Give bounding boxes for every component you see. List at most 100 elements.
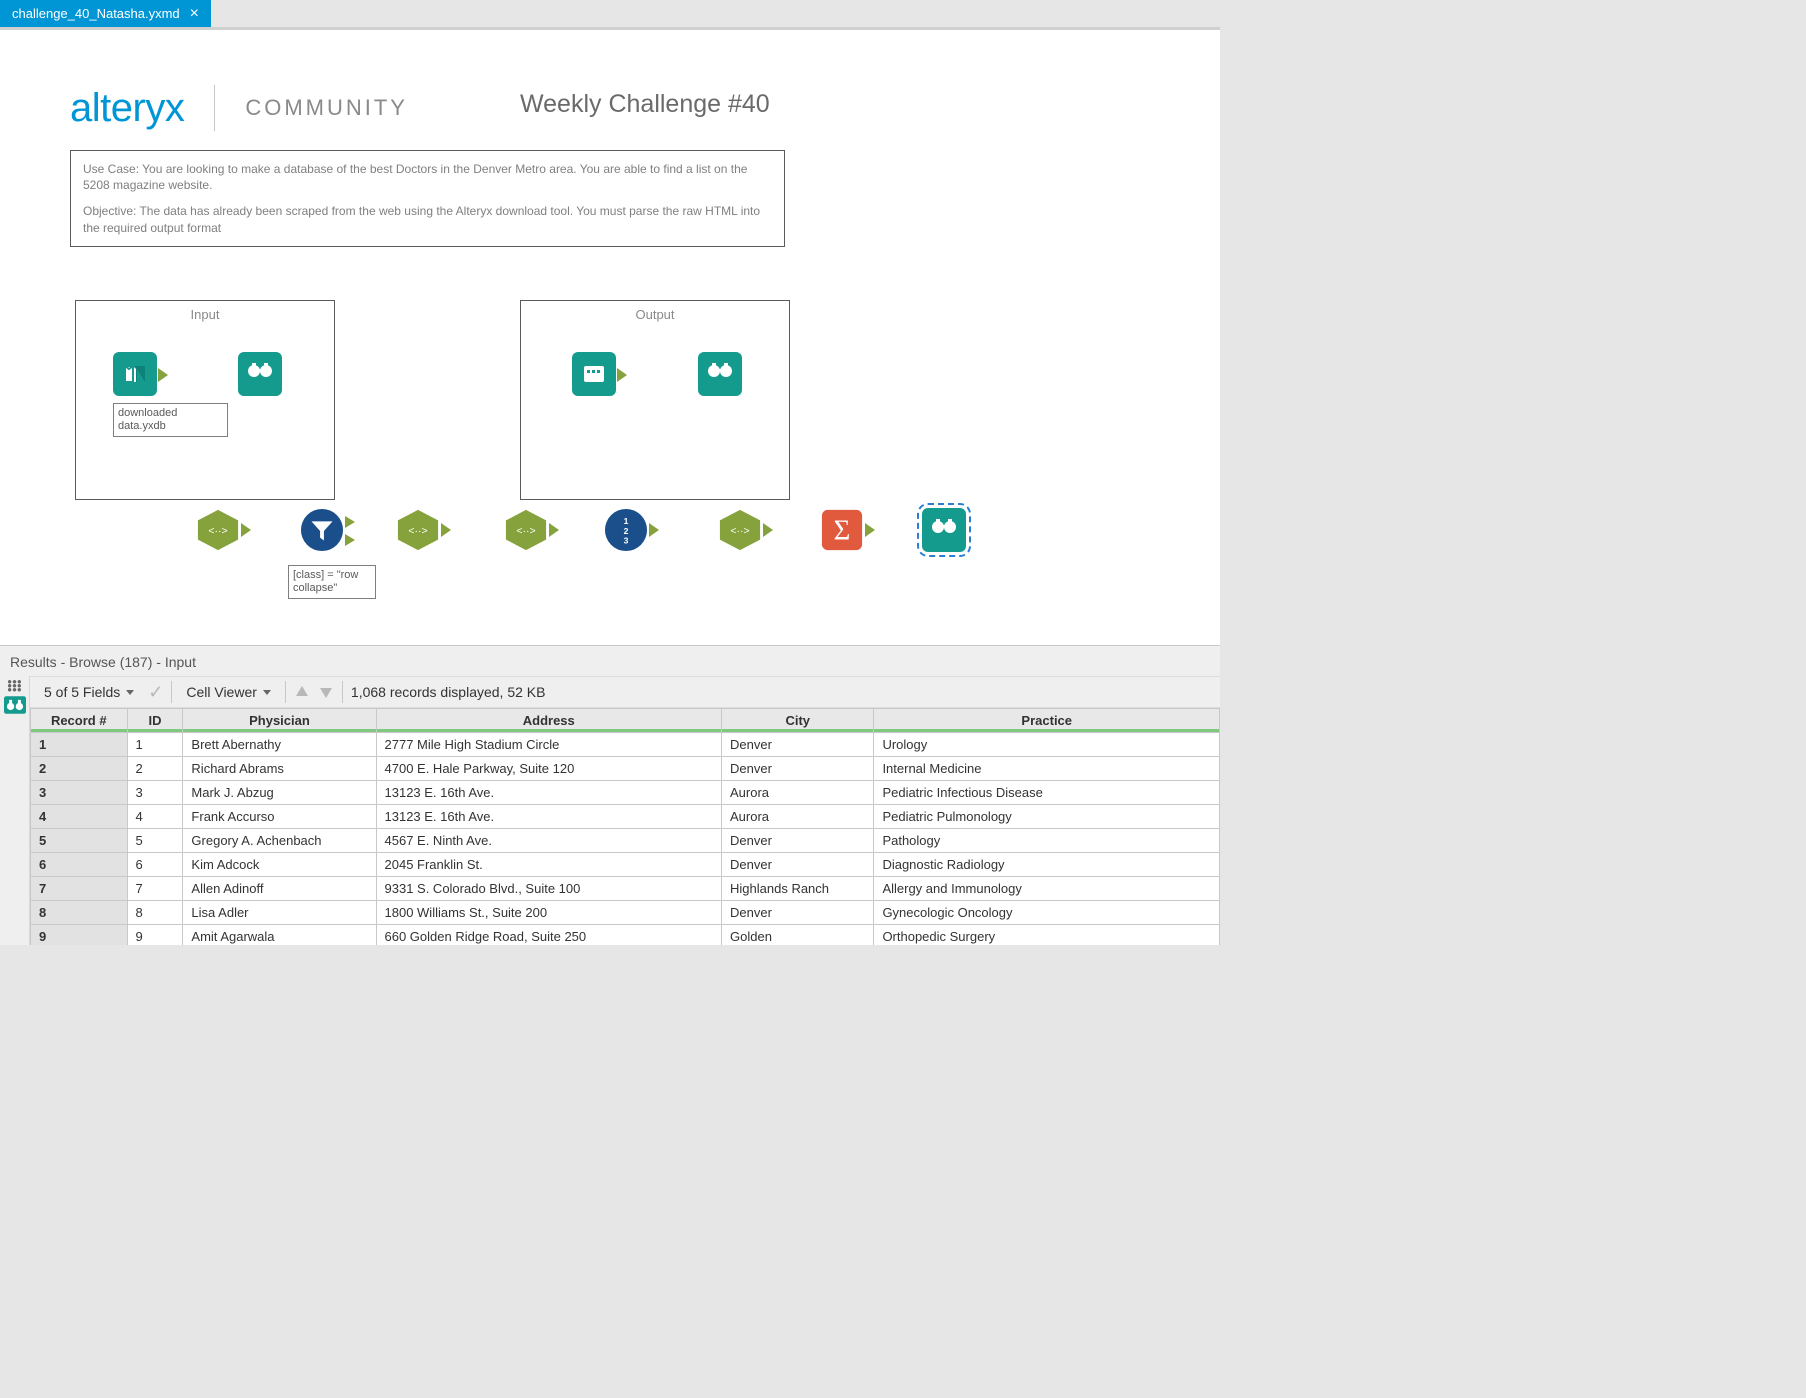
cell-id: 6 bbox=[127, 853, 183, 877]
cell-physician: Allen Adinoff bbox=[183, 877, 376, 901]
separator bbox=[342, 681, 343, 703]
cell-city: Highlands Ranch bbox=[722, 877, 874, 901]
workflow-tab[interactable]: challenge_40_Natasha.yxmd × bbox=[0, 0, 211, 27]
table-row[interactable]: 22Richard Abrams4700 E. Hale Parkway, Su… bbox=[31, 757, 1220, 781]
cell-physician: Frank Accurso bbox=[183, 805, 376, 829]
cell-id: 2 bbox=[127, 757, 183, 781]
results-side-rail: ●●●●●●●●● bbox=[0, 676, 30, 945]
table-row[interactable]: 66Kim Adcock2045 Franklin St.DenverDiagn… bbox=[31, 853, 1220, 877]
cell-viewer-dropdown[interactable]: Cell Viewer bbox=[180, 682, 277, 702]
browse-tool-input[interactable] bbox=[238, 352, 282, 396]
fields-dropdown[interactable]: 5 of 5 Fields bbox=[38, 682, 140, 702]
cell-practice: Pediatric Pulmonology bbox=[874, 805, 1220, 829]
results-table[interactable]: Record # ID Physician Address City Pract… bbox=[30, 708, 1220, 945]
svg-text:3: 3 bbox=[624, 535, 629, 545]
input-data-tool-output[interactable] bbox=[572, 352, 616, 396]
cell-id: 5 bbox=[127, 829, 183, 853]
separator bbox=[171, 681, 172, 703]
input-container[interactable]: Input bbox=[75, 300, 335, 500]
output-container-title: Output bbox=[521, 307, 789, 322]
cell-address: 9331 S. Colorado Blvd., Suite 100 bbox=[376, 877, 722, 901]
browse-tool-final[interactable] bbox=[922, 508, 966, 552]
cell-practice: Orthopedic Surgery bbox=[874, 925, 1220, 946]
cell-physician: Richard Abrams bbox=[183, 757, 376, 781]
browse-icon[interactable] bbox=[4, 696, 26, 714]
check-icon[interactable]: ✓ bbox=[148, 682, 163, 703]
cell-address: 4567 E. Ninth Ave. bbox=[376, 829, 722, 853]
cell-practice: Gynecologic Oncology bbox=[874, 901, 1220, 925]
true-anchor-icon bbox=[345, 516, 355, 528]
text-to-columns-tool-2[interactable]: <··> bbox=[396, 508, 440, 552]
cell-practice: Allergy and Immunology bbox=[874, 877, 1220, 901]
cell-viewer-label: Cell Viewer bbox=[186, 684, 257, 700]
filter-annotation[interactable]: [class] = "row collapse" bbox=[288, 565, 376, 599]
col-city[interactable]: City bbox=[722, 709, 874, 733]
input-data-tool[interactable] bbox=[113, 352, 157, 396]
cell-record: 3 bbox=[31, 781, 128, 805]
table-row[interactable]: 44Frank Accurso13123 E. 16th Ave.AuroraP… bbox=[31, 805, 1220, 829]
cell-id: 4 bbox=[127, 805, 183, 829]
cell-record: 1 bbox=[31, 733, 128, 757]
sort-asc-icon[interactable] bbox=[294, 684, 310, 700]
svg-text:<··>: <··> bbox=[516, 525, 535, 537]
objective-text: Objective: The data has already been scr… bbox=[83, 203, 772, 235]
browse-tool-output[interactable] bbox=[698, 352, 742, 396]
cell-physician: Amit Agarwala bbox=[183, 925, 376, 946]
results-panel: Results - Browse (187) - Input ●●●●●●●●●… bbox=[0, 645, 1220, 945]
alteryx-logo: alteryx bbox=[70, 86, 184, 131]
table-row[interactable]: 88Lisa Adler1800 Williams St., Suite 200… bbox=[31, 901, 1220, 925]
text-to-columns-tool-4[interactable]: <··> bbox=[718, 508, 762, 552]
output-anchor-icon bbox=[158, 368, 168, 382]
menu-icon[interactable]: ●●●●●●●●● bbox=[7, 680, 22, 692]
cell-city: Aurora bbox=[722, 805, 874, 829]
use-case-text: Use Case: You are looking to make a data… bbox=[83, 161, 772, 193]
col-id[interactable]: ID bbox=[127, 709, 183, 733]
description-box[interactable]: Use Case: You are looking to make a data… bbox=[70, 150, 785, 247]
output-anchor-icon bbox=[865, 523, 875, 537]
svg-text:<··>: <··> bbox=[730, 525, 749, 537]
chevron-down-icon bbox=[263, 690, 271, 695]
table-row[interactable]: 33Mark J. Abzug13123 E. 16th Ave.AuroraP… bbox=[31, 781, 1220, 805]
col-physician[interactable]: Physician bbox=[183, 709, 376, 733]
output-anchor-icon bbox=[617, 368, 627, 382]
cell-record: 9 bbox=[31, 925, 128, 946]
cell-id: 7 bbox=[127, 877, 183, 901]
cell-id: 1 bbox=[127, 733, 183, 757]
separator bbox=[285, 681, 286, 703]
filter-tool[interactable] bbox=[300, 508, 344, 552]
text-to-columns-tool-3[interactable]: <··> bbox=[504, 508, 548, 552]
col-record[interactable]: Record # bbox=[31, 709, 128, 733]
output-anchor-icon bbox=[241, 523, 251, 537]
close-icon[interactable]: × bbox=[190, 6, 199, 22]
results-body: ●●●●●●●●● 5 of 5 Fields ✓ Cell Viewer bbox=[0, 676, 1220, 945]
cell-record: 2 bbox=[31, 757, 128, 781]
text-to-columns-tool-1[interactable]: <··> bbox=[196, 508, 240, 552]
cell-id: 3 bbox=[127, 781, 183, 805]
cell-record: 5 bbox=[31, 829, 128, 853]
summarize-tool[interactable]: Σ bbox=[820, 508, 864, 552]
false-anchor-icon bbox=[345, 534, 355, 546]
cell-record: 7 bbox=[31, 877, 128, 901]
cell-address: 660 Golden Ridge Road, Suite 250 bbox=[376, 925, 722, 946]
record-id-tool[interactable]: 123 bbox=[604, 508, 648, 552]
table-row[interactable]: 99Amit Agarwala660 Golden Ridge Road, Su… bbox=[31, 925, 1220, 946]
cell-id: 8 bbox=[127, 901, 183, 925]
col-address[interactable]: Address bbox=[376, 709, 722, 733]
table-row[interactable]: 77Allen Adinoff9331 S. Colorado Blvd., S… bbox=[31, 877, 1220, 901]
output-anchor-icon bbox=[549, 523, 559, 537]
cell-record: 4 bbox=[31, 805, 128, 829]
record-status: 1,068 records displayed, 52 KB bbox=[351, 684, 546, 700]
cell-city: Aurora bbox=[722, 781, 874, 805]
sort-desc-icon[interactable] bbox=[318, 684, 334, 700]
cell-physician: Brett Abernathy bbox=[183, 733, 376, 757]
canvas[interactable]: alteryx COMMUNITY Weekly Challenge #40 U… bbox=[0, 30, 1220, 645]
divider bbox=[214, 85, 215, 131]
input-annotation[interactable]: downloaded data.yxdb bbox=[113, 403, 228, 437]
table-row[interactable]: 55Gregory A. Achenbach4567 E. Ninth Ave.… bbox=[31, 829, 1220, 853]
tab-bar: challenge_40_Natasha.yxmd × bbox=[0, 0, 1220, 30]
col-practice[interactable]: Practice bbox=[874, 709, 1220, 733]
output-container[interactable]: Output bbox=[520, 300, 790, 500]
table-row[interactable]: 11Brett Abernathy2777 Mile High Stadium … bbox=[31, 733, 1220, 757]
results-table-wrap: Record # ID Physician Address City Pract… bbox=[30, 708, 1220, 945]
cell-city: Denver bbox=[722, 757, 874, 781]
